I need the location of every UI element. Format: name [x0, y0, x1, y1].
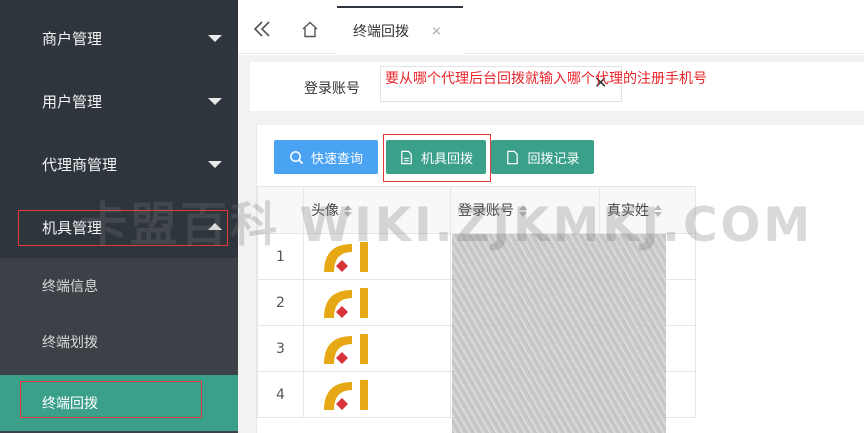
tab-terminal-recall[interactable]: 终端回拨 × [337, 6, 463, 54]
brand-logo-icon [324, 379, 368, 410]
row-number: 4 [257, 371, 304, 418]
brand-logo-icon [324, 333, 368, 364]
sort-icon[interactable] [344, 205, 353, 217]
recall-records-button[interactable]: 回拨记录 [491, 140, 594, 174]
tab-bar: 终端回拨 × [238, 0, 864, 54]
account-cell [450, 233, 600, 280]
avatar [303, 233, 451, 280]
realname-cell [599, 279, 696, 326]
sidebar-item-label: 代理商管理 [42, 155, 118, 174]
sidebar-item-label: 终端信息 [42, 279, 98, 295]
column-header-avatar[interactable]: 头像 [303, 186, 451, 234]
login-account-label: 登录账号 [304, 81, 360, 97]
account-cell [450, 279, 600, 326]
account-cell [450, 325, 600, 372]
account-cell [450, 371, 600, 418]
chevron-down-icon [208, 98, 222, 105]
double-chevron-left-icon[interactable] [240, 8, 284, 50]
sidebar-item-merchant[interactable]: 商户管理 [0, 10, 238, 66]
sidebar-item-devices[interactable]: 机具管理 [0, 199, 238, 255]
sidebar-item-terminal-transfer[interactable]: 终端划拨 [0, 314, 238, 370]
quick-query-button[interactable]: 快速查询 [274, 140, 378, 174]
sort-icon[interactable] [654, 205, 663, 217]
brand-logo-icon [324, 287, 368, 318]
table-row[interactable]: 3 [257, 325, 696, 372]
table-row[interactable]: 2 [257, 279, 696, 326]
device-recall-button[interactable]: 机具回拨 [386, 140, 486, 174]
column-label: 头像 [311, 203, 339, 219]
device-submenu: 终端信息 终端划拨 终端回拨 [0, 258, 238, 433]
realname-cell [599, 325, 696, 372]
sidebar-item-label: 用户管理 [42, 92, 103, 111]
realname-cell [599, 371, 696, 418]
sidebar-item-label: 机具管理 [42, 218, 103, 237]
column-header-realname[interactable]: 真实姓 [599, 186, 696, 234]
sidebar-item-users[interactable]: 用户管理 [0, 73, 238, 129]
button-label: 机具回拨 [420, 151, 473, 167]
table-row[interactable]: 1 [257, 233, 696, 280]
table-row[interactable]: 4 [257, 371, 696, 418]
search-icon [290, 150, 304, 164]
close-icon[interactable]: × [431, 24, 442, 39]
sidebar: 商户管理 用户管理 代理商管理 机具管理 终端信息 终端划拨 终端回拨 [0, 0, 238, 433]
chevron-down-icon [208, 35, 222, 42]
app-root: 商户管理 用户管理 代理商管理 机具管理 终端信息 终端划拨 终端回拨 终端回拨… [0, 0, 864, 433]
table-header-row: 头像 登录账号 真实姓 [257, 186, 696, 234]
row-number: 2 [257, 279, 304, 326]
sidebar-item-terminal-recall[interactable]: 终端回拨 [0, 375, 238, 431]
sidebar-item-terminal-info[interactable]: 终端信息 [0, 258, 238, 314]
column-label: 登录账号 [458, 203, 514, 219]
avatar [303, 371, 451, 418]
sidebar-item-label: 终端回拨 [42, 396, 98, 412]
avatar [303, 325, 451, 372]
home-icon[interactable] [288, 8, 332, 50]
avatar [303, 279, 451, 326]
chevron-down-icon [208, 161, 222, 168]
column-label: 真实姓 [607, 203, 649, 219]
sort-icon[interactable] [519, 205, 528, 217]
sidebar-item-label: 商户管理 [42, 29, 103, 48]
sidebar-item-label: 终端划拨 [42, 335, 98, 351]
column-header-account[interactable]: 登录账号 [450, 186, 600, 234]
button-label: 回拨记录 [527, 151, 580, 167]
index-column-header [257, 186, 304, 234]
row-number: 3 [257, 325, 304, 372]
row-number: 1 [257, 233, 304, 280]
realname-cell [599, 233, 696, 280]
terminal-table: 头像 登录账号 真实姓 1 2 3 4 [257, 186, 696, 418]
instruction-annotation: 要从哪个代理后台回拨就输入哪个代理的注册手机号 [385, 71, 707, 87]
tab-label: 终端回拨 [353, 24, 409, 40]
brand-logo-icon [324, 241, 368, 272]
chevron-up-icon [208, 223, 222, 230]
document-icon [401, 150, 412, 164]
sidebar-item-agents[interactable]: 代理商管理 [0, 136, 238, 192]
button-label: 快速查询 [310, 151, 363, 167]
file-icon [507, 150, 519, 164]
